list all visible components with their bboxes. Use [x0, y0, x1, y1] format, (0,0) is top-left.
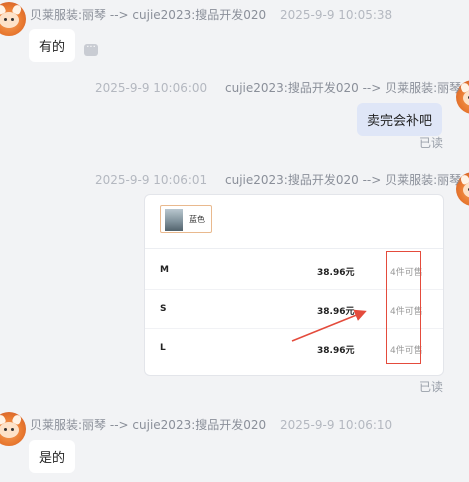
message-meta: 贝莱服装:丽琴 --> cujie2023:搜品开发020 2025-9-9 1… [30, 416, 392, 433]
read-status: 已读 [419, 380, 444, 394]
arrow-text: --> [109, 418, 129, 432]
sender-name: 贝莱服装:丽琴 [30, 418, 107, 432]
annotation-arrow-icon [291, 309, 367, 342]
receiver-name: cujie2023:搜品开发020 [132, 418, 267, 432]
message-time: 2025-9-9 10:06:10 [280, 418, 393, 432]
message-bubble: 是的 [29, 440, 76, 473]
